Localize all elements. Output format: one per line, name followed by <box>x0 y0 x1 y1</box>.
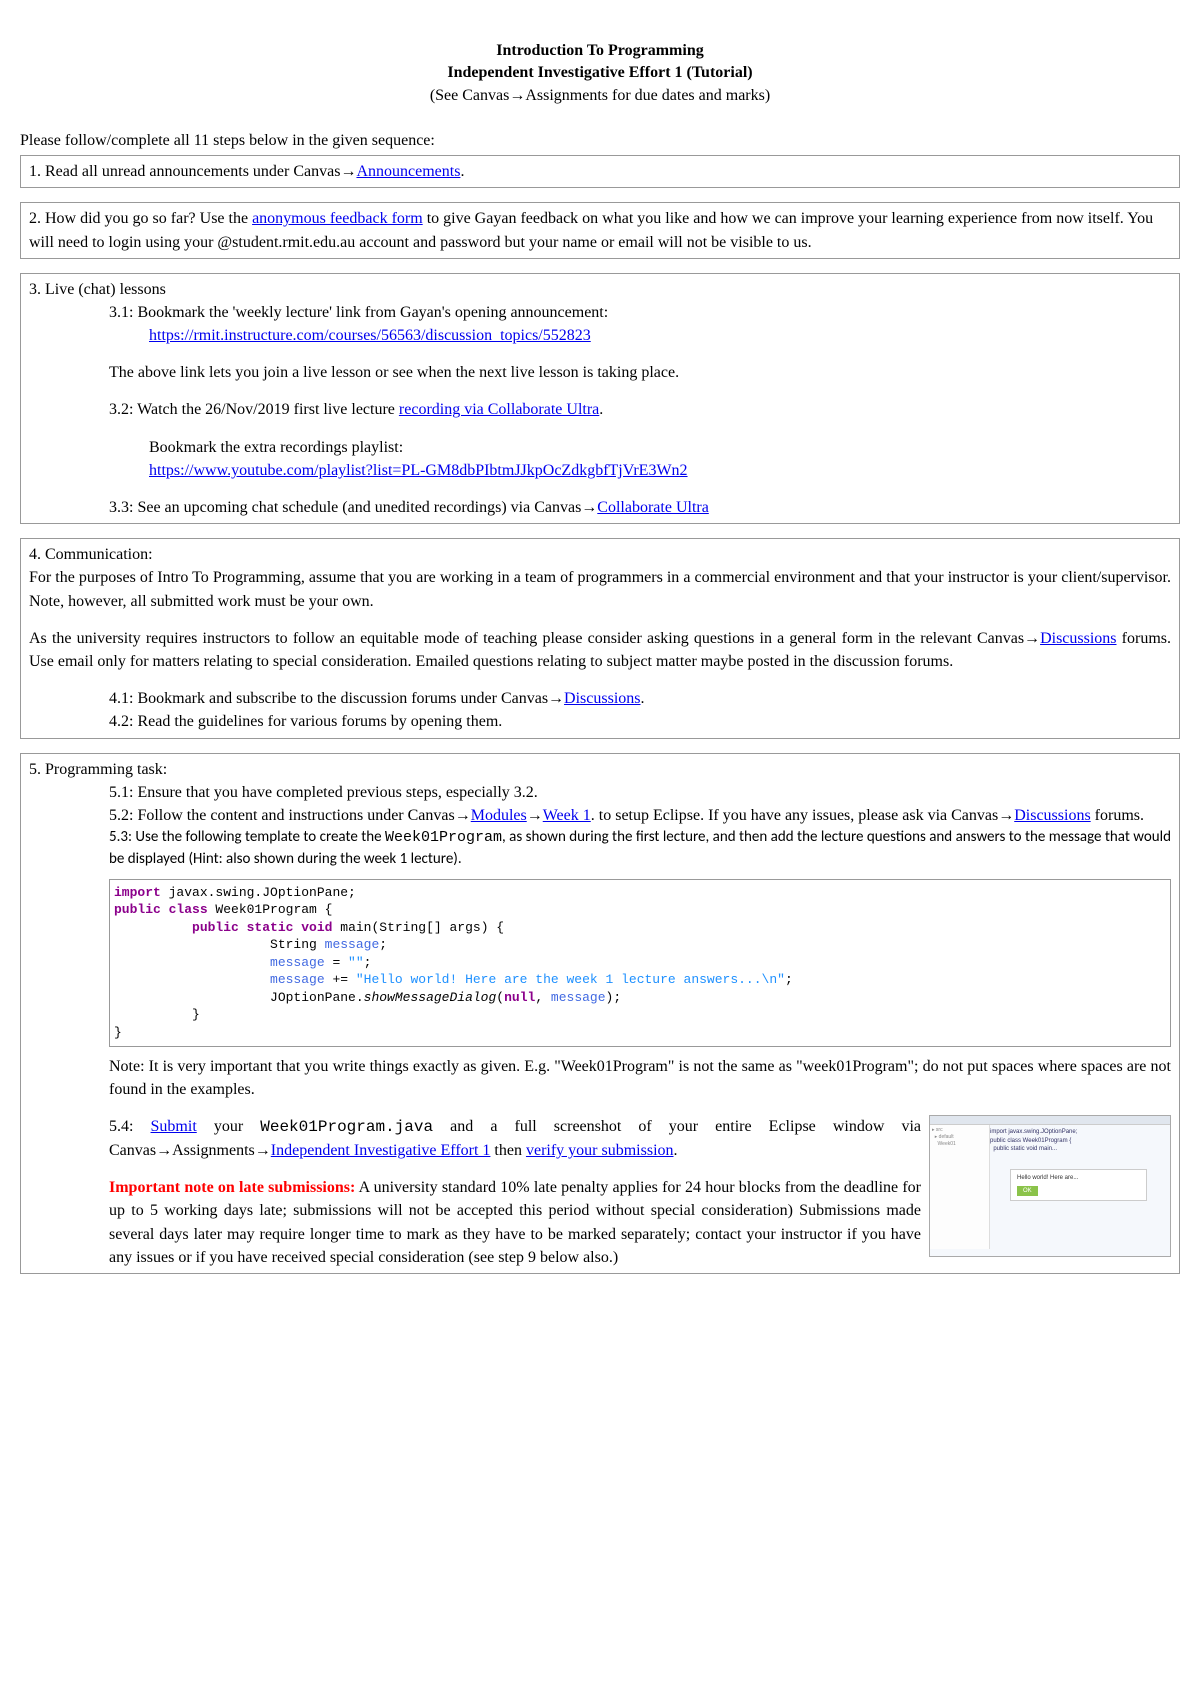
step5-3-a: 5.3: Use the following template to creat… <box>109 828 385 846</box>
intro-text: Please follow/complete all 11 steps belo… <box>20 132 1180 150</box>
step4-1-b: . <box>641 690 645 707</box>
step3-3-a: 3.3: See an upcoming chat schedule (and … <box>109 499 597 516</box>
step3-title: 3. Live (chat) lessons <box>29 278 1171 301</box>
step5-title: 5. Programming task: <box>29 758 1171 781</box>
collaborate-ultra-link[interactable]: Collaborate Ultra <box>597 499 709 516</box>
title-line-1: Introduction To Programming <box>20 40 1180 62</box>
step3-2-extra: Bookmark the extra recordings playlist: <box>29 436 1171 459</box>
step1-suffix: . <box>460 163 464 180</box>
weekly-lecture-link[interactable]: https://rmit.instructure.com/courses/565… <box>149 327 591 344</box>
step5-2-b: . to setup Eclipse. If you have any issu… <box>591 807 1014 824</box>
step4-1-a: 4.1: Bookmark and subscribe to the discu… <box>109 690 564 707</box>
step5-note: Note: It is very important that you writ… <box>29 1055 1171 1101</box>
step3-1: 3.1: Bookmark the 'weekly lecture' link … <box>29 301 1171 324</box>
step5-1: 5.1: Ensure that you have completed prev… <box>29 781 1171 804</box>
step5-4-a: 5.4: <box>109 1118 151 1135</box>
step5-2-mid: → <box>527 807 543 824</box>
modules-link[interactable]: Modules <box>471 807 527 824</box>
step3-2-b: . <box>599 401 603 418</box>
week1-link[interactable]: Week 1 <box>543 807 591 824</box>
step5-4-d: then <box>490 1142 526 1159</box>
step4-title: 4. Communication: <box>29 543 1171 566</box>
step5-4-e: . <box>674 1142 678 1159</box>
step5-2-c: forums. <box>1091 807 1144 824</box>
submit-link[interactable]: Submit <box>151 1118 197 1135</box>
step4-p1: For the purposes of Intro To Programming… <box>29 566 1171 612</box>
title-line-2: Independent Investigative Effort 1 (Tuto… <box>20 62 1180 84</box>
step5-4-b: your <box>197 1118 260 1135</box>
announcements-link[interactable]: Announcements <box>356 163 460 180</box>
discussions-link-1[interactable]: Discussions <box>1040 630 1116 647</box>
document-header: Introduction To Programming Independent … <box>20 40 1180 107</box>
iie1-link[interactable]: Independent Investigative Effort 1 <box>271 1142 491 1159</box>
step-1-box: 1. Read all unread announcements under C… <box>20 155 1180 188</box>
step-2-box: 2. How did you go so far? Use the anonym… <box>20 202 1180 258</box>
step-3-box: 3. Live (chat) lessons 3.1: Bookmark the… <box>20 273 1180 525</box>
filename: Week01Program.java <box>260 1118 433 1136</box>
week01program-name: Week01Program <box>385 829 502 846</box>
step-5-box: 5. Programming task: 5.1: Ensure that yo… <box>20 753 1180 1274</box>
eclipse-screenshot-thumbnail: ▸ src ▸ default Week01 import javax.swin… <box>929 1115 1171 1257</box>
playlist-link[interactable]: https://www.youtube.com/playlist?list=PL… <box>149 462 688 479</box>
step3-2-a: 3.2: Watch the 26/Nov/2019 first live le… <box>109 401 399 418</box>
code-template: import javax.swing.JOptionPane; public c… <box>109 879 1171 1047</box>
discussions-link-2[interactable]: Discussions <box>564 690 640 707</box>
feedback-form-link[interactable]: anonymous feedback form <box>252 210 423 227</box>
step1-text: 1. Read all unread announcements under C… <box>29 163 356 180</box>
step-4-box: 4. Communication: For the purposes of In… <box>20 538 1180 738</box>
subtitle: (See Canvas→Assignments for due dates an… <box>20 85 1180 107</box>
step3-1-note: The above link lets you join a live less… <box>29 361 1171 384</box>
recording-link[interactable]: recording via Collaborate Ultra <box>399 401 599 418</box>
discussions-link-3[interactable]: Discussions <box>1014 807 1090 824</box>
late-note-title: Important note on late submissions: <box>109 1179 355 1196</box>
step2-text-a: 2. How did you go so far? Use the <box>29 210 252 227</box>
step5-2-a: 5.2: Follow the content and instructions… <box>109 807 471 824</box>
step4-p2a: As the university requires instructors t… <box>29 630 1040 647</box>
step4-2: 4.2: Read the guidelines for various for… <box>29 710 1171 733</box>
verify-submission-link[interactable]: verify your submission <box>526 1142 674 1159</box>
